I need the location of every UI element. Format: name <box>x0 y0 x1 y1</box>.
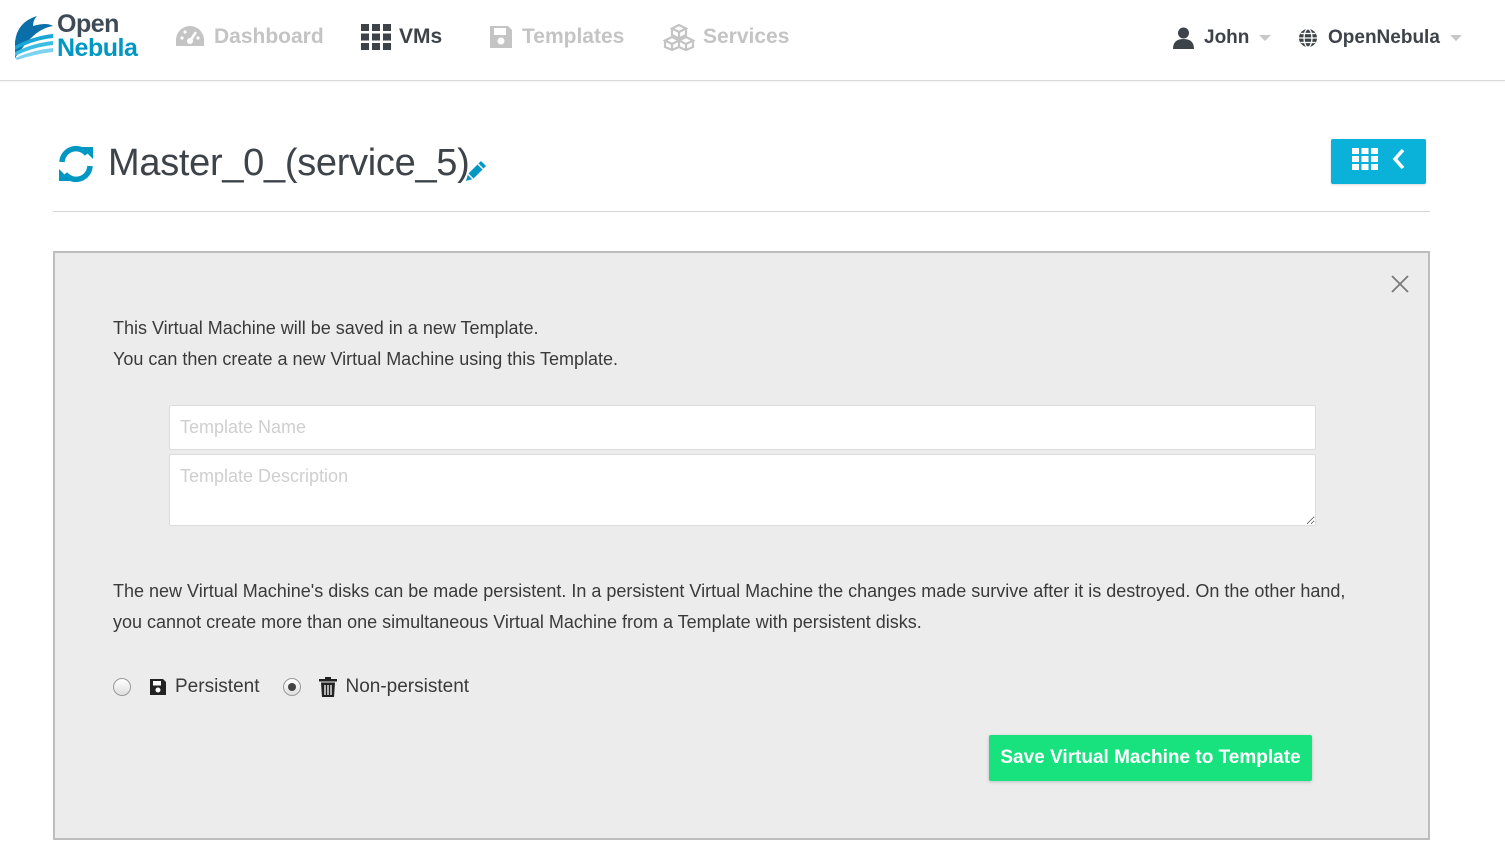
nav-dashboard[interactable]: Dashboard <box>174 22 324 52</box>
nav-dashboard-label: Dashboard <box>214 25 324 48</box>
template-description-input[interactable] <box>169 454 1316 526</box>
nav-services[interactable]: Services <box>663 22 789 52</box>
top-navigation-bar: Open Nebula Dashboard VMs Templates Serv… <box>0 0 1505 81</box>
non-persistent-label: Non-persistent <box>345 676 470 697</box>
intro-line-1: This Virtual Machine will be saved in a … <box>113 318 539 338</box>
persistence-options: Persistent Non-persistent <box>113 673 469 701</box>
cubes-icon <box>663 23 695 51</box>
nav-services-label: Services <box>703 25 790 48</box>
nav-templates[interactable]: Templates <box>488 22 624 52</box>
refresh-icon[interactable] <box>56 144 96 189</box>
persistent-label: Persistent <box>175 676 260 697</box>
globe-icon <box>1298 28 1318 48</box>
close-icon[interactable] <box>1388 272 1412 296</box>
nav-templates-label: Templates <box>522 25 625 48</box>
intro-line-2: You can then create a new Virtual Machin… <box>113 349 618 369</box>
persistent-radio[interactable] <box>113 678 131 696</box>
nav-vms-label: VMs <box>399 25 443 48</box>
persistence-explanation: The new Virtual Machine's disks can be m… <box>113 581 1346 632</box>
save-icon <box>149 678 167 696</box>
save-vm-to-template-button[interactable]: Save Virtual Machine to Template <box>989 735 1312 781</box>
non-persistent-option-label[interactable]: Non-persistent <box>301 676 469 698</box>
opennebula-logo-mark-icon <box>15 16 53 60</box>
logo-line-1: Open <box>57 10 119 38</box>
pencil-icon[interactable] <box>463 158 489 189</box>
zone-menu-label: OpenNebula <box>1328 27 1440 48</box>
user-menu[interactable]: John <box>1173 24 1272 52</box>
non-persistent-radio[interactable] <box>283 678 302 696</box>
persistent-option-label[interactable]: Persistent <box>131 676 259 698</box>
template-name-input[interactable] <box>169 405 1316 450</box>
page-title: Master_0_(service_5) <box>108 142 470 184</box>
chevron-down-icon <box>1259 35 1272 41</box>
opennebula-logo[interactable]: Open Nebula <box>13 12 155 64</box>
page-header: Master_0_(service_5) <box>53 138 1430 212</box>
logo-line-2: Nebula <box>57 34 138 62</box>
trash-icon <box>319 677 338 697</box>
save-icon <box>488 24 514 50</box>
user-icon <box>1173 27 1194 49</box>
zone-menu[interactable]: OpenNebula <box>1298 24 1462 52</box>
user-menu-label: John <box>1204 27 1250 48</box>
logo-wordmark: Open Nebula <box>57 10 138 62</box>
intro-text: This Virtual Machine will be saved in a … <box>113 313 618 375</box>
save-as-template-panel: This Virtual Machine will be saved in a … <box>53 251 1430 840</box>
grid-icon <box>361 24 391 50</box>
dashboard-icon <box>174 24 206 50</box>
back-to-list-button[interactable] <box>1331 139 1426 184</box>
nav-vms[interactable]: VMs <box>361 22 442 52</box>
grid-icon <box>1351 148 1378 175</box>
chevron-down-icon <box>1449 35 1462 41</box>
chevron-left-icon <box>1392 148 1406 175</box>
